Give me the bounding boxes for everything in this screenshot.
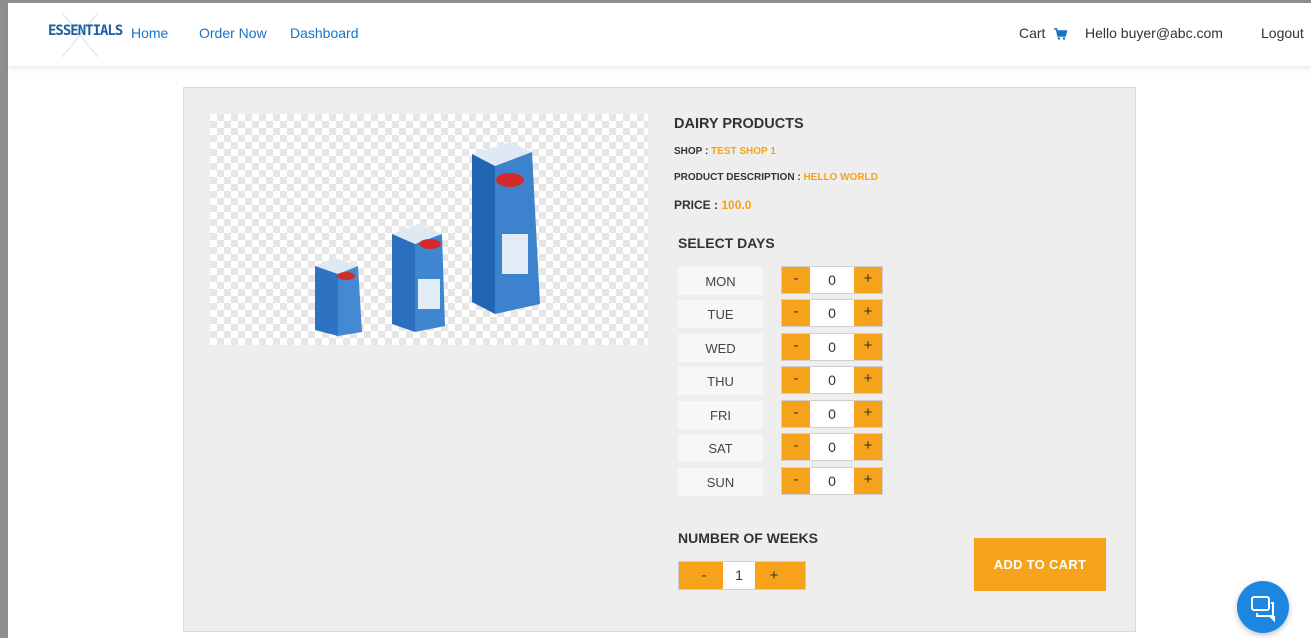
window-frame-left — [0, 0, 8, 638]
description-label: PRODUCT DESCRIPTION : — [674, 172, 804, 183]
brand-logo[interactable]: ESSENTIALS — [48, 23, 123, 45]
weeks-increment-button[interactable]: + — [755, 562, 793, 589]
nav-home-link[interactable]: Home — [131, 25, 168, 41]
increment-button[interactable]: + — [854, 300, 882, 326]
milk-cartons-illustration — [315, 142, 540, 336]
product-price: PRICE : 100.0 — [674, 198, 751, 212]
weeks-count-input[interactable]: 1 — [723, 562, 755, 589]
day-label-wed: WED — [678, 334, 763, 362]
day-count-input[interactable]: 0 — [810, 434, 854, 460]
day-label-sun: SUN — [678, 468, 763, 496]
day-count-input[interactable]: 0 — [810, 401, 854, 427]
price-label: PRICE : — [674, 198, 722, 212]
day-label-tue: TUE — [678, 300, 763, 328]
decrement-button[interactable]: - — [782, 401, 810, 427]
nav-dashboard-link[interactable]: Dashboard — [290, 25, 359, 41]
chat-icon — [1251, 596, 1275, 623]
decrement-button[interactable]: - — [782, 434, 810, 460]
day-count-input[interactable]: 0 — [810, 367, 854, 393]
increment-button[interactable]: + — [854, 267, 882, 293]
logout-link[interactable]: Logout — [1261, 25, 1304, 41]
increment-button[interactable]: + — [854, 367, 882, 393]
increment-button[interactable]: + — [854, 401, 882, 427]
user-greeting: Hello buyer@abc.com — [1085, 25, 1223, 41]
day-stepper-mon: - 0 + — [781, 266, 883, 294]
increment-button[interactable]: + — [854, 434, 882, 460]
number-of-weeks-title: NUMBER OF WEEKS — [678, 530, 818, 546]
shop-info: SHOP : TEST SHOP 1 — [674, 146, 776, 157]
navbar: ESSENTIALS Home Order Now Dashboard Cart… — [8, 3, 1311, 66]
decrement-button[interactable]: - — [782, 468, 810, 494]
cart-label: Cart — [1019, 25, 1046, 41]
day-count-input[interactable]: 0 — [810, 468, 854, 494]
select-days-title: SELECT DAYS — [678, 235, 775, 251]
shop-value: TEST SHOP 1 — [711, 146, 776, 157]
decrement-button[interactable]: - — [782, 267, 810, 293]
nav-order-now-link[interactable]: Order Now — [199, 25, 267, 41]
product-card: DAIRY PRODUCTS SHOP : TEST SHOP 1 PRODUC… — [183, 87, 1136, 632]
day-stepper-fri: - 0 + — [781, 400, 883, 428]
day-label-sat: SAT — [678, 434, 763, 462]
decrement-button[interactable]: - — [782, 300, 810, 326]
weeks-stepper: - 1 + — [678, 561, 806, 590]
decrement-button[interactable]: - — [782, 367, 810, 393]
shop-label: SHOP : — [674, 146, 712, 157]
price-value: 100.0 — [721, 198, 752, 212]
cart-link[interactable]: Cart — [1019, 25, 1068, 41]
day-label-mon: MON — [678, 267, 763, 295]
weeks-decrement-button[interactable]: - — [685, 562, 723, 589]
day-label-thu: THU — [678, 367, 763, 395]
day-stepper-sun: - 0 + — [781, 467, 883, 495]
shopping-cart-icon — [1054, 28, 1068, 40]
chat-widget-button[interactable] — [1237, 581, 1289, 633]
day-stepper-wed: - 0 + — [781, 333, 883, 361]
day-count-input[interactable]: 0 — [810, 334, 854, 360]
increment-button[interactable]: + — [854, 334, 882, 360]
product-title: DAIRY PRODUCTS — [674, 116, 804, 132]
add-to-cart-button[interactable]: ADD TO CART — [974, 538, 1106, 591]
day-stepper-tue: - 0 + — [781, 299, 883, 327]
description-value: HELLO WORLD — [803, 172, 878, 183]
decrement-button[interactable]: - — [782, 334, 810, 360]
day-label-fri: FRI — [678, 401, 763, 429]
product-image — [210, 114, 648, 345]
product-description: PRODUCT DESCRIPTION : HELLO WORLD — [674, 172, 878, 183]
day-count-input[interactable]: 0 — [810, 300, 854, 326]
day-stepper-sat: - 0 + — [781, 433, 883, 461]
day-stepper-thu: - 0 + — [781, 366, 883, 394]
day-count-input[interactable]: 0 — [810, 267, 854, 293]
increment-button[interactable]: + — [854, 468, 882, 494]
